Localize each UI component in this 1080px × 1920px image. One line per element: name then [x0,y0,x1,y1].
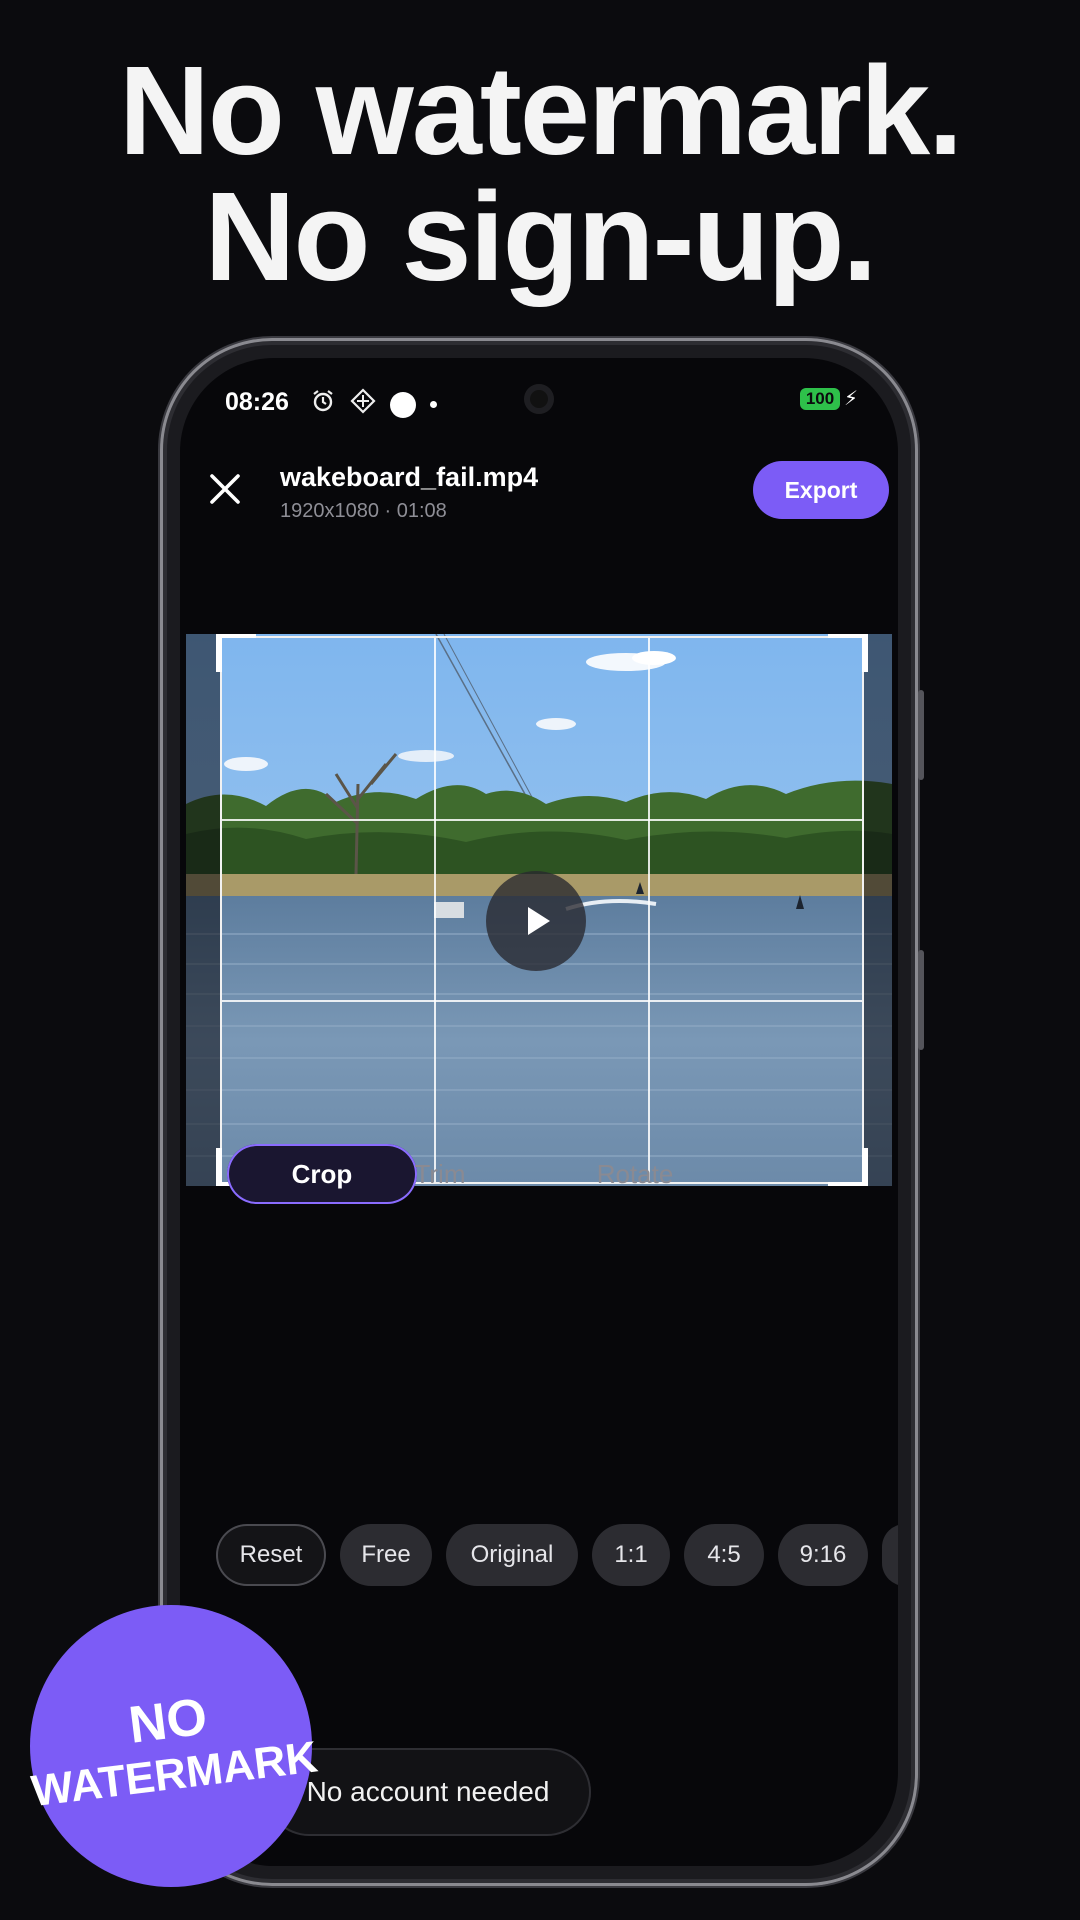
aspect-reset-chip[interactable]: Reset [216,1524,326,1586]
crop-grid-line [222,819,862,821]
video-preview[interactable] [186,634,892,1186]
crop-grid-line [222,1000,862,1002]
aspect-ratio-options: Reset Free Original 1:1 4:5 9:16 [216,1524,898,1586]
tab-rotate[interactable]: Rotate [570,1144,700,1204]
aspect-4-5-chip[interactable]: 4:5 [684,1524,764,1586]
aspect-original-chip[interactable]: Original [446,1524,578,1586]
crop-dim-left [186,634,222,1186]
charging-bolt-icon: ⚡ [844,388,859,410]
play-button[interactable] [486,871,586,971]
headline-line-2: No sign-up. [204,166,878,307]
status-time: 08:26 [225,388,289,416]
phone-side-button-volume [918,690,924,780]
close-icon [210,474,240,504]
export-button[interactable]: Export [753,461,889,519]
crop-grid-line [648,638,650,1182]
no-watermark-badge: NO WATERMARK [29,1605,320,1887]
file-meta: 1920x1080 · 01:08 [280,500,447,522]
file-name: wakeboard_fail.mp4 [280,462,539,492]
badge-line-1: NO [125,1687,211,1755]
crop-handle-top-left[interactable] [216,634,256,672]
aspect-more-chip[interactable] [882,1524,898,1586]
phone-side-button-power [918,950,924,1050]
aspect-9-16-chip[interactable]: 9:16 [778,1524,868,1586]
crop-grid-line [434,638,436,1182]
crop-handle-top-right[interactable] [828,634,868,672]
headline-line-1: No watermark. [118,40,963,181]
status-icons [310,388,437,421]
tab-crop[interactable]: Crop [227,1144,417,1204]
notification-dot-icon [390,391,416,418]
crop-handle-bottom-right[interactable] [828,1148,868,1186]
headline: No watermark. No sign-up. [0,48,1080,300]
navigation-icon [350,388,376,421]
crop-dim-right [862,634,892,1186]
play-icon [528,907,550,935]
aspect-1-1-chip[interactable]: 1:1 [592,1524,670,1586]
tab-trim[interactable]: Trim [390,1144,490,1204]
alarm-icon [310,388,336,421]
more-notifications-icon [430,401,437,408]
close-button[interactable] [202,466,248,512]
front-camera [524,384,554,414]
battery-indicator: 100 [800,388,840,410]
aspect-free-chip[interactable]: Free [340,1524,432,1586]
